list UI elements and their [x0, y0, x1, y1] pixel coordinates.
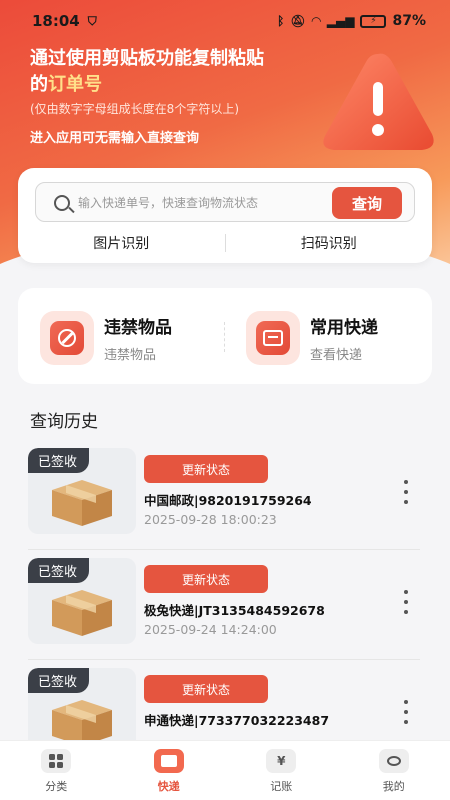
category-subtitle: 违禁物品 [104, 348, 157, 363]
hero-title: 通过使用剪贴板功能复制粘贴 的订单号 [30, 46, 310, 98]
shield-icon: ⛉ [87, 13, 97, 28]
history-item[interactable]: 已签收 更新状态 中国邮政|9820191759264 2025-09-28 1… [28, 440, 420, 550]
tab-category[interactable]: 分类 [0, 741, 113, 800]
update-status-button[interactable]: 更新状态 [144, 675, 268, 703]
package-thumbnail: 已签收 [28, 448, 136, 534]
more-options-icon[interactable] [400, 480, 412, 504]
tracking-number: 申通快递|773377032223487 [144, 713, 330, 728]
category-card: 违禁物品 违禁物品 常用快递 查看快递 [18, 288, 432, 384]
history-item[interactable]: 已签收 更新状态 极兔快递|JT3135484592678 2025-09-24… [28, 550, 420, 660]
express-doc-icon [246, 311, 300, 365]
status-bar: 18:04 ⛉ ᛒ 🔕︎ ◠ ▂▄▆ ⚡ 87% [0, 0, 450, 42]
recognition-row: 图片识别 扫码识别 [18, 230, 432, 256]
update-status-button[interactable]: 更新状态 [144, 455, 268, 483]
package-box-icon [52, 590, 112, 636]
divider [224, 322, 225, 352]
more-options-icon[interactable] [400, 700, 412, 724]
mute-icon: 🔕︎ [290, 14, 306, 28]
package-box-icon [52, 480, 112, 526]
query-button[interactable]: 查询 [332, 187, 402, 219]
battery-icon: ⚡ [360, 14, 387, 28]
status-badge: 已签收 [28, 668, 90, 693]
bluetooth-icon: ᛒ [277, 14, 285, 28]
status-time: 18:04 [32, 12, 80, 30]
category-title: 违禁物品 [104, 318, 172, 338]
query-time: 2025-09-28 18:00:23 [144, 512, 277, 527]
scan-recognition-button[interactable]: 扫码识别 [226, 233, 433, 253]
hero-subtitle-2: 进入应用可无需输入直接查询 [30, 131, 200, 146]
status-badge: 已签收 [28, 448, 90, 473]
history-item[interactable]: 已签收 更新状态 申通快递|773377032223487 [28, 660, 420, 740]
status-badge: 已签收 [28, 558, 90, 583]
category-common-express[interactable]: 常用快递 查看快递 [246, 310, 378, 366]
prohibited-icon [40, 311, 94, 365]
hero-title-line1: 通过使用剪贴板功能复制粘贴 [30, 48, 264, 69]
profile-icon [378, 749, 409, 773]
express-package-icon [153, 749, 184, 773]
more-options-icon[interactable] [400, 590, 412, 614]
search-icon [54, 195, 70, 211]
query-time: 2025-09-24 14:24:00 [144, 622, 277, 637]
tab-mine[interactable]: 我的 [338, 741, 450, 800]
warning-triangle-icon [323, 53, 434, 150]
hero-title-prefix: 的 [30, 74, 48, 95]
tab-label: 我的 [382, 780, 405, 793]
tab-label: 分类 [45, 780, 68, 793]
category-prohibited-items[interactable]: 违禁物品 违禁物品 [40, 310, 172, 366]
search-card: 查询 图片识别 扫码识别 [18, 168, 432, 263]
tab-label: 快递 [157, 780, 180, 793]
history-list: 已签收 更新状态 中国邮政|9820191759264 2025-09-28 1… [0, 440, 450, 740]
package-thumbnail: 已签收 [28, 668, 136, 740]
battery-level: 87% [392, 13, 426, 29]
history-title: 查询历史 [30, 412, 98, 432]
tab-label: 记账 [270, 780, 293, 793]
tracking-number: 中国邮政|9820191759264 [144, 493, 312, 508]
signal-icon: ▂▄▆ [326, 14, 355, 28]
wifi-icon: ◠ [311, 14, 321, 28]
category-grid-icon [41, 749, 72, 773]
package-thumbnail: 已签收 [28, 558, 136, 644]
hero-title-highlight: 订单号 [48, 74, 102, 95]
category-title: 常用快递 [310, 318, 378, 338]
bottom-tab-bar: 分类 快递 ¥ 记账 我的 [0, 740, 450, 800]
search-box: 查询 [35, 182, 415, 222]
tracking-search-input[interactable] [78, 189, 328, 217]
package-box-icon [52, 700, 112, 740]
tab-accounting[interactable]: ¥ 记账 [225, 741, 338, 800]
hero-subtitle: (仅由数字字母组成长度在8个字符以上) [30, 102, 239, 116]
category-subtitle: 查看快递 [310, 348, 363, 363]
tracking-number: 极兔快递|JT3135484592678 [144, 603, 325, 618]
ledger-icon: ¥ [266, 749, 297, 773]
update-status-button[interactable]: 更新状态 [144, 565, 268, 593]
tab-express[interactable]: 快递 [113, 741, 226, 800]
image-recognition-button[interactable]: 图片识别 [18, 233, 225, 253]
